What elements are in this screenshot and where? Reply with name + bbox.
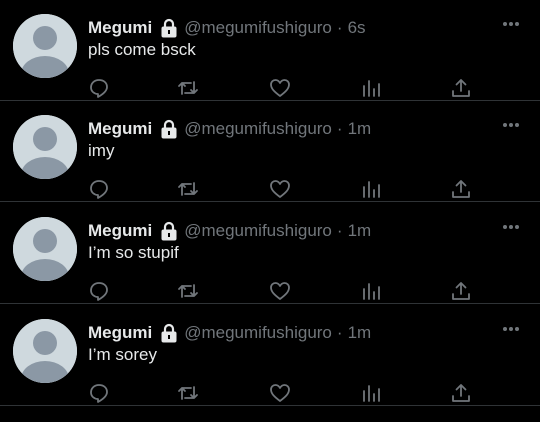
- display-name[interactable]: Megumi: [88, 119, 152, 139]
- tweet-text: I’m so stupif: [88, 243, 179, 262]
- action-bar: [88, 382, 478, 404]
- share-icon[interactable]: [450, 280, 472, 302]
- analytics-icon[interactable]: [360, 77, 382, 99]
- heart-icon[interactable]: [269, 382, 291, 404]
- more-icon[interactable]: [502, 220, 520, 232]
- tweet-text: I’m sorey: [88, 345, 157, 364]
- tweet[interactable]: Megumi @megumifushiguro · 6s pls come bs…: [0, 0, 540, 101]
- tweet-header: Megumi @megumifushiguro · 1m: [88, 322, 371, 344]
- separator-dot: ·: [336, 18, 343, 37]
- share-icon[interactable]: [450, 382, 472, 404]
- heart-icon[interactable]: [269, 77, 291, 99]
- tweet[interactable]: Megumi @megumifushiguro · 1m imy: [0, 101, 540, 202]
- separator-dot: ·: [336, 323, 343, 342]
- avatar[interactable]: [13, 115, 77, 179]
- analytics-icon[interactable]: [360, 280, 382, 302]
- share-icon[interactable]: [450, 77, 472, 99]
- retweet-icon[interactable]: [177, 178, 199, 200]
- default-avatar-icon: [13, 319, 77, 383]
- action-bar: [88, 280, 478, 302]
- username[interactable]: @megumifushiguro: [184, 221, 332, 241]
- tweet-header: Megumi @megumifushiguro · 1m: [88, 118, 371, 140]
- reply-icon[interactable]: [88, 280, 110, 302]
- separator-dot: ·: [336, 119, 343, 138]
- share-icon[interactable]: [450, 178, 472, 200]
- lock-icon: [160, 221, 178, 241]
- retweet-icon[interactable]: [177, 77, 199, 99]
- avatar[interactable]: [13, 14, 77, 78]
- display-name[interactable]: Megumi: [88, 221, 152, 241]
- more-icon[interactable]: [502, 17, 520, 29]
- timeline: Megumi @megumifushiguro · 6s pls come bs…: [0, 0, 540, 422]
- tweet-header: Megumi @megumifushiguro · 1m: [88, 220, 371, 242]
- retweet-icon[interactable]: [177, 280, 199, 302]
- display-name[interactable]: Megumi: [88, 18, 152, 38]
- timestamp[interactable]: 1m: [348, 221, 372, 241]
- lock-icon: [160, 323, 178, 343]
- analytics-icon[interactable]: [360, 382, 382, 404]
- lock-icon: [160, 18, 178, 38]
- default-avatar-icon: [13, 14, 77, 78]
- heart-icon[interactable]: [269, 280, 291, 302]
- tweet-header: Megumi @megumifushiguro · 6s: [88, 17, 366, 39]
- more-icon[interactable]: [502, 322, 520, 334]
- timestamp[interactable]: 1m: [348, 323, 372, 343]
- avatar[interactable]: [13, 217, 77, 281]
- reply-icon[interactable]: [88, 382, 110, 404]
- username[interactable]: @megumifushiguro: [184, 119, 332, 139]
- lock-icon: [160, 119, 178, 139]
- timestamp[interactable]: 1m: [348, 119, 372, 139]
- default-avatar-icon: [13, 115, 77, 179]
- reply-icon[interactable]: [88, 77, 110, 99]
- default-avatar-icon: [13, 217, 77, 281]
- username[interactable]: @megumifushiguro: [184, 18, 332, 38]
- tweet-text: pls come bsck: [88, 40, 196, 59]
- username[interactable]: @megumifushiguro: [184, 323, 332, 343]
- retweet-icon[interactable]: [177, 382, 199, 404]
- tweet-text: imy: [88, 141, 115, 160]
- tweet[interactable]: Megumi @megumifushiguro · 1m I’m sorey: [0, 305, 540, 406]
- reply-icon[interactable]: [88, 178, 110, 200]
- display-name[interactable]: Megumi: [88, 323, 152, 343]
- avatar[interactable]: [13, 319, 77, 383]
- analytics-icon[interactable]: [360, 178, 382, 200]
- action-bar: [88, 178, 478, 200]
- more-icon[interactable]: [502, 118, 520, 130]
- tweet[interactable]: Megumi @megumifushiguro · 1m I’m so stup…: [0, 203, 540, 304]
- timestamp[interactable]: 6s: [348, 18, 366, 38]
- action-bar: [88, 77, 478, 99]
- separator-dot: ·: [336, 221, 343, 240]
- heart-icon[interactable]: [269, 178, 291, 200]
